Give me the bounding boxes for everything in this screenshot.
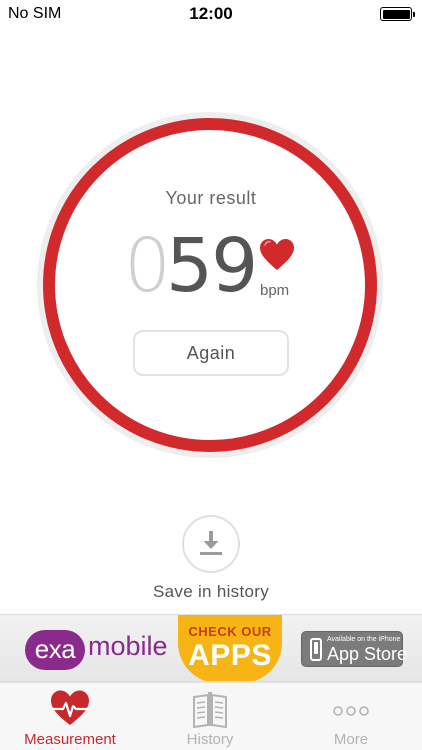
app-store-small-text: Available on the iPhone [327,636,401,643]
save-in-history-label[interactable]: Save in history [0,582,422,602]
more-dots-icon [333,706,369,716]
bpm-unit: bpm [260,282,290,299]
tab-label-measurement: Measurement [24,731,116,748]
heart-icon [260,239,294,270]
tab-bar: Measurement History More [0,682,422,750]
again-button[interactable]: Again [133,330,289,376]
download-icon [200,531,222,555]
tab-history[interactable]: History [140,683,280,750]
tab-more[interactable]: More [281,683,421,750]
tab-label-more: More [333,731,369,748]
status-time: 12:00 [189,4,233,23]
tab-label-history: History [186,731,234,748]
iphone-icon [310,638,322,661]
bpm-leading-zero: 0 [124,223,172,309]
apps-text: APPS [188,639,272,672]
ad-banner[interactable]: exa mobile CHECK OUR APPS Available on t… [0,614,422,682]
app-store-badge[interactable]: Available on the iPhone App Store [301,631,407,667]
check-our-text: CHECK OUR [188,624,272,639]
check-apps-badge[interactable]: CHECK OUR APPS [178,615,282,681]
book-icon [193,692,227,729]
bpm-value: 59 [166,223,258,309]
result-label: Your result [165,188,257,208]
battery-full-icon [380,7,415,21]
app-store-text: App Store [327,644,408,664]
exa-logo: exa [25,630,85,670]
heart-pulse-icon [51,690,89,725]
tab-measurement[interactable]: Measurement [0,683,140,750]
mobile-logo-text: mobile [88,631,168,661]
status-bar: No SIM 12:00 [0,0,422,28]
